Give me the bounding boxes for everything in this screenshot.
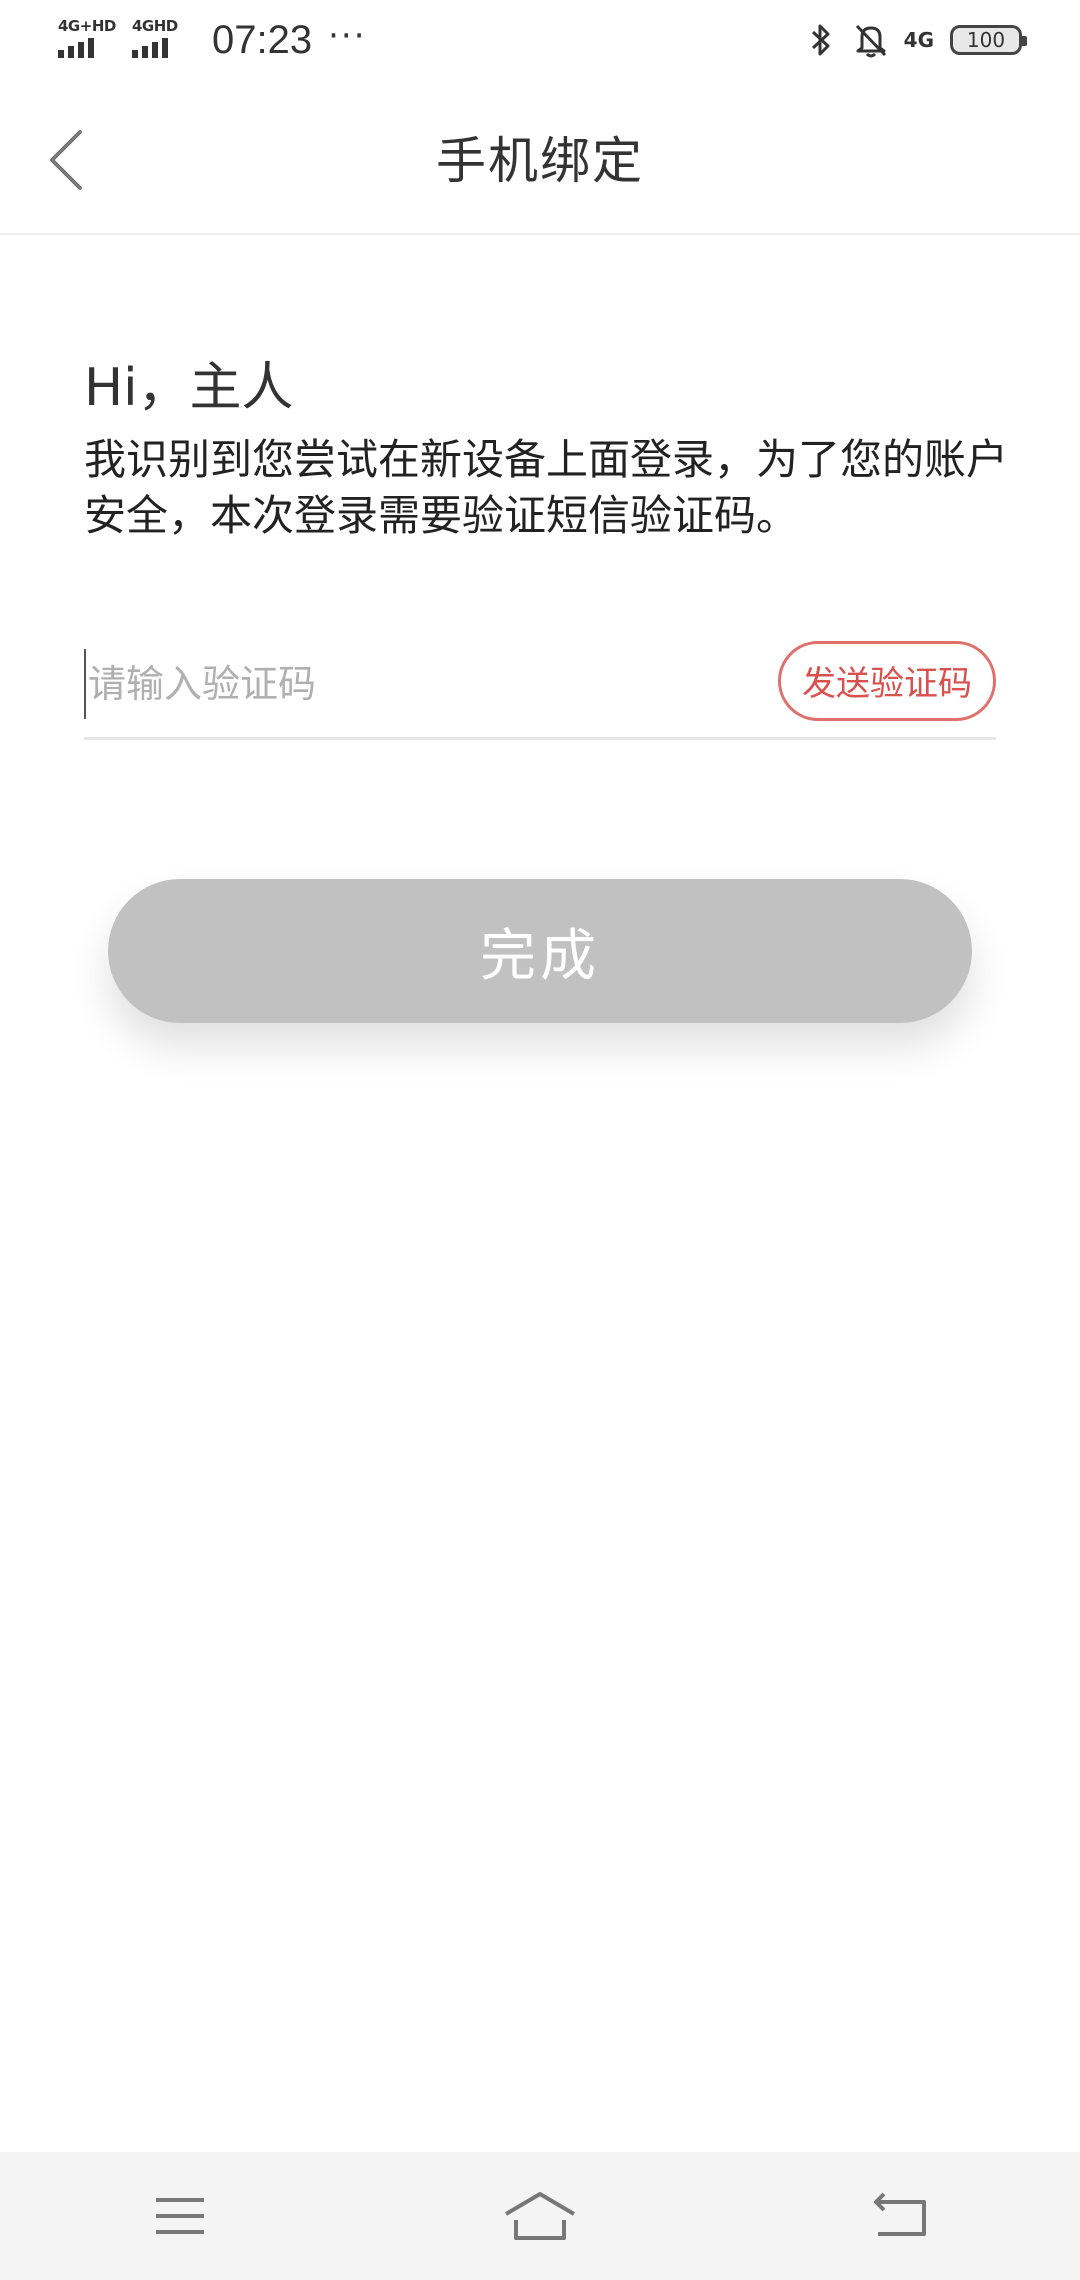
security-description: 我识别到您尝试在新设备上面登录，为了您的账户安全，本次登录需要验证短信验证码。 (84, 435, 1009, 540)
home-button[interactable] (480, 2171, 600, 2261)
system-nav-bar (0, 2152, 1080, 2280)
verification-code-row: 发送验证码 (84, 630, 996, 740)
sim2-network-label: 4GHD (132, 17, 178, 35)
sim1-network-label: 4G+HD (58, 17, 116, 35)
sim1-signal: 4G+HD (58, 18, 116, 62)
signal-bars-icon (132, 38, 168, 58)
system-back-button[interactable] (840, 2171, 960, 2261)
status-left: 4G+HD 4GHD 07:23 ··· (58, 16, 367, 63)
back-icon (874, 2192, 926, 2236)
more-notifications-indicator: ··· (328, 16, 367, 56)
battery-icon: 100 (950, 25, 1027, 55)
done-button[interactable]: 完成 (108, 879, 972, 1023)
menu-icon (156, 2198, 204, 2234)
status-bar: 4G+HD 4GHD 07:23 ··· 4G 100 (0, 0, 1080, 80)
network-type: 4G (903, 28, 934, 52)
greeting-text: Hi，主人 (84, 358, 294, 418)
home-icon (504, 2192, 576, 2240)
chevron-left-icon (50, 130, 82, 190)
battery-level: 100 (966, 28, 1006, 52)
verification-code-input[interactable] (84, 648, 684, 719)
back-button[interactable] (36, 120, 96, 200)
app-header: 手机绑定 (0, 80, 1080, 235)
status-time: 07:23 (212, 17, 313, 62)
status-right: 4G 100 (804, 20, 1027, 60)
mute-bell-icon (854, 20, 888, 60)
sim2-signal: 4GHD (132, 18, 190, 62)
bluetooth-icon (804, 20, 838, 60)
signal-bars-icon (58, 38, 94, 58)
page-title: 手机绑定 (436, 131, 644, 190)
send-code-button[interactable]: 发送验证码 (778, 640, 996, 721)
menu-button[interactable] (120, 2171, 240, 2261)
